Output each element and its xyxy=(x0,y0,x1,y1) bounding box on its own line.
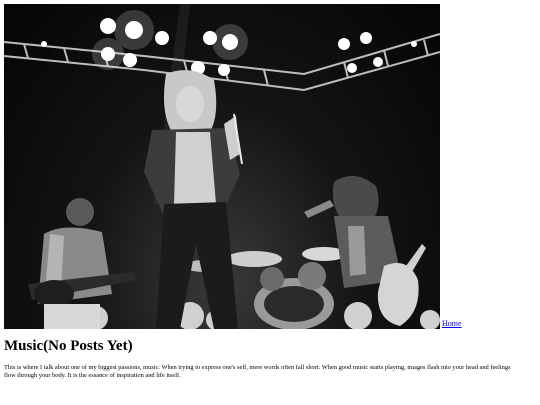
header-row: Home xyxy=(4,4,462,329)
spotlight-glow xyxy=(92,10,248,70)
home-link[interactable]: Home xyxy=(442,319,462,328)
concert-photo-illustration xyxy=(4,4,440,329)
left-guitarist xyxy=(28,198,136,329)
page-title: Music(No Posts Yet) xyxy=(4,338,133,354)
intro-paragraph: This is where I talk about one of my big… xyxy=(4,364,511,379)
banner-photo xyxy=(4,4,440,329)
lead-singer xyxy=(144,70,243,329)
